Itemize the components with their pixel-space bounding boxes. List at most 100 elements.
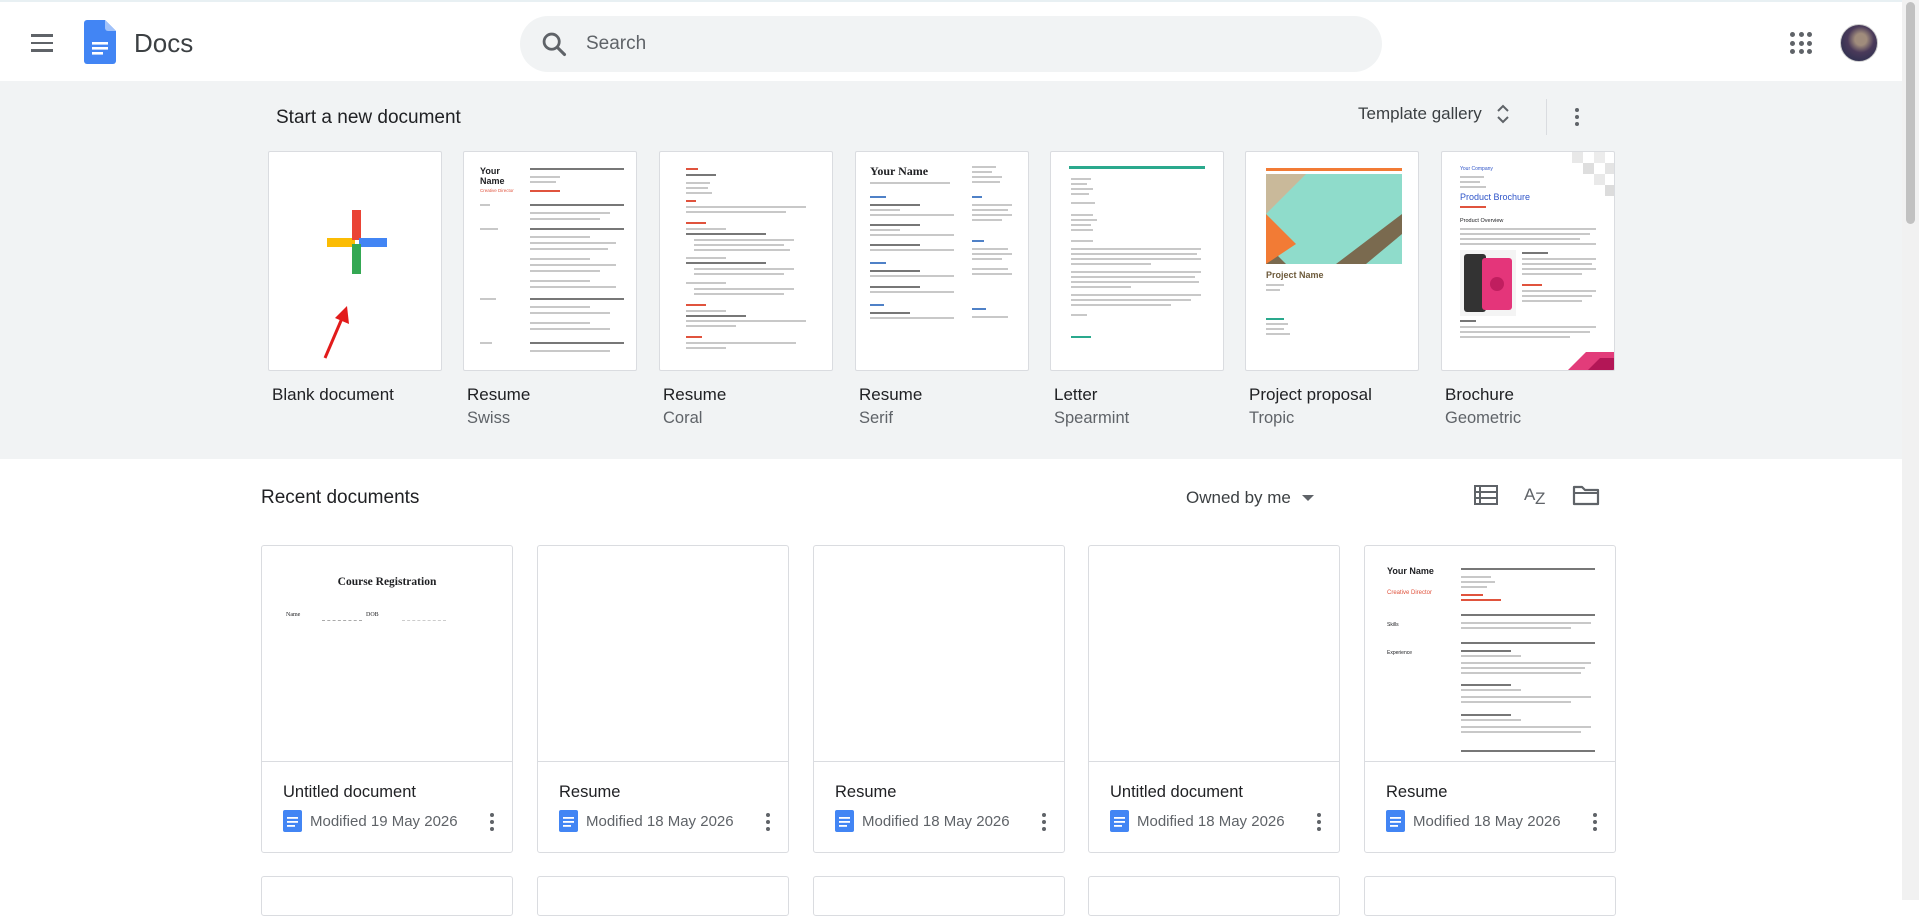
doc-title: Resume: [559, 783, 621, 801]
template-thumbnail[interactable]: Project Name: [1245, 151, 1419, 371]
template-thumbnail[interactable]: [1050, 151, 1224, 371]
template-letter-spearmint[interactable]: Letter Spearmint: [1050, 151, 1224, 428]
doc-thumbnail[interactable]: Course Registration Name DOB: [262, 546, 512, 762]
doc-modified-date: Modified 18 May 2026: [1413, 812, 1561, 830]
recent-doc-card[interactable]: Resume Modified 18 May 2026: [537, 545, 789, 853]
template-thumbnail[interactable]: Your Company Product Brochure Product Ov…: [1441, 151, 1615, 371]
template-subtitle: Serif: [859, 409, 893, 427]
doc-thumbnail[interactable]: [538, 546, 788, 762]
doc-modified-date: Modified 18 May 2026: [586, 812, 734, 830]
template-resume-swiss[interactable]: Your Name Creative Director Resume Swiss: [463, 151, 637, 428]
doc-title: Resume: [835, 783, 897, 801]
app-header: Docs: [0, 0, 1902, 81]
doc-more-icon[interactable]: [1309, 810, 1329, 834]
doc-more-icon[interactable]: [758, 810, 778, 834]
template-resume-coral[interactable]: Resume Coral: [659, 151, 833, 428]
template-name: Brochure: [1445, 385, 1514, 404]
template-blank-document[interactable]: Blank document: [268, 151, 442, 405]
template-brochure-geometric[interactable]: Your Company Product Brochure Product Ov…: [1441, 151, 1615, 428]
doc-thumbnail[interactable]: [1089, 546, 1339, 762]
doc-title: Untitled document: [283, 783, 416, 801]
thumb-name: Your Name: [1387, 566, 1434, 576]
template-thumbnail[interactable]: [659, 151, 833, 371]
template-thumbnail[interactable]: [268, 151, 442, 371]
template-thumbnail[interactable]: Your Name: [855, 151, 1029, 371]
docs-file-icon: [1110, 810, 1129, 832]
template-subtitle: Swiss: [467, 409, 511, 427]
account-avatar[interactable]: [1840, 24, 1878, 62]
doc-thumbnail[interactable]: [814, 546, 1064, 762]
thumb-role: Creative Director: [480, 188, 514, 193]
recent-doc-card[interactable]: [1364, 876, 1616, 916]
thumb-overview: Product Overview: [1460, 218, 1504, 224]
doc-title: Resume: [1386, 783, 1448, 801]
divider: [1546, 99, 1547, 135]
recent-doc-card[interactable]: Resume Modified 18 May 2026: [813, 545, 1065, 853]
phone-image: [1460, 250, 1516, 316]
geometric-footer: [1568, 352, 1614, 370]
template-subtitle: Geometric: [1445, 409, 1522, 427]
template-more-icon[interactable]: [1567, 105, 1587, 129]
search-input[interactable]: [586, 16, 1346, 72]
recent-doc-card[interactable]: [537, 876, 789, 916]
thumb-name: Your Name: [480, 166, 505, 186]
template-subtitle: Tropic: [1249, 409, 1295, 427]
recent-doc-card[interactable]: Course Registration Name DOB Untitled do…: [261, 545, 513, 853]
doc-thumbnail[interactable]: Your Name Creative Director Skills Exper…: [1365, 546, 1615, 762]
recent-documents-title: Recent documents: [261, 487, 420, 508]
docs-file-icon: [1386, 810, 1405, 832]
doc-modified-date: Modified 18 May 2026: [1137, 812, 1285, 830]
recent-doc-card[interactable]: Your Name Creative Director Skills Exper…: [1364, 545, 1616, 853]
geometric-corner: [1572, 152, 1614, 196]
folder-picker-icon[interactable]: [1569, 478, 1603, 512]
thumb-label: DOB: [366, 612, 379, 618]
template-project-proposal-tropic[interactable]: Project Name Project proposal Tropic: [1245, 151, 1419, 428]
thumb-skills: Skills: [1387, 622, 1399, 628]
template-name: Blank document: [272, 385, 394, 404]
sort-az-icon[interactable]: A Z: [1519, 478, 1553, 512]
doc-meta: Modified 18 May 2026: [835, 810, 1010, 832]
doc-meta: Modified 18 May 2026: [1110, 810, 1285, 832]
template-gallery-button[interactable]: Template gallery: [1346, 93, 1522, 135]
template-name: Project proposal: [1249, 385, 1372, 404]
docs-logo-icon[interactable]: [84, 20, 116, 64]
template-thumbnail[interactable]: Your Name Creative Director: [463, 151, 637, 371]
doc-more-icon[interactable]: [1585, 810, 1605, 834]
recent-doc-card[interactable]: [261, 876, 513, 916]
app-title[interactable]: Docs: [134, 28, 193, 59]
page-scrollbar[interactable]: [1902, 0, 1919, 900]
template-gallery-label: Template gallery: [1358, 104, 1482, 123]
annotation-arrow-icon: [323, 306, 349, 359]
arrow-drop-down-icon: [1301, 495, 1314, 501]
template-name: Resume: [663, 385, 727, 404]
recent-doc-card[interactable]: [1088, 876, 1340, 916]
search-bar[interactable]: [520, 16, 1382, 72]
list-view-icon[interactable]: [1469, 478, 1503, 512]
thumb-title: Project Name: [1266, 270, 1324, 280]
search-icon[interactable]: [540, 30, 568, 58]
thumb-company: Your Company: [1460, 166, 1493, 172]
recent-doc-card[interactable]: Untitled document Modified 18 May 2026: [1088, 545, 1340, 853]
recent-doc-card[interactable]: [813, 876, 1065, 916]
owner-filter-dropdown[interactable]: Owned by me: [1186, 481, 1315, 515]
template-subtitle: Coral: [663, 409, 703, 427]
template-subtitle: Spearmint: [1054, 409, 1130, 427]
doc-more-icon[interactable]: [1034, 810, 1054, 834]
thumb-experience: Experience: [1387, 650, 1413, 656]
main-menu-icon[interactable]: [26, 28, 60, 58]
tropic-graphic: [1266, 174, 1402, 264]
scrollbar-thumb[interactable]: [1906, 2, 1915, 224]
template-resume-serif[interactable]: Your Name Resume Serif: [855, 151, 1029, 428]
doc-more-icon[interactable]: [482, 810, 502, 834]
docs-file-icon: [835, 810, 854, 832]
template-section: Start a new document Template gallery Bl…: [0, 81, 1902, 459]
doc-meta: Modified 18 May 2026: [1386, 810, 1561, 832]
unfold-icon: [1497, 104, 1509, 124]
thumb-title: Course Registration: [337, 576, 437, 588]
thumb-label: Name: [286, 612, 301, 618]
doc-meta: Modified 19 May 2026: [283, 810, 458, 832]
thumb-role: Creative Director: [1387, 590, 1433, 596]
svg-text:Z: Z: [1535, 489, 1545, 508]
doc-modified-date: Modified 19 May 2026: [310, 812, 458, 830]
google-apps-icon[interactable]: [1790, 32, 1812, 54]
